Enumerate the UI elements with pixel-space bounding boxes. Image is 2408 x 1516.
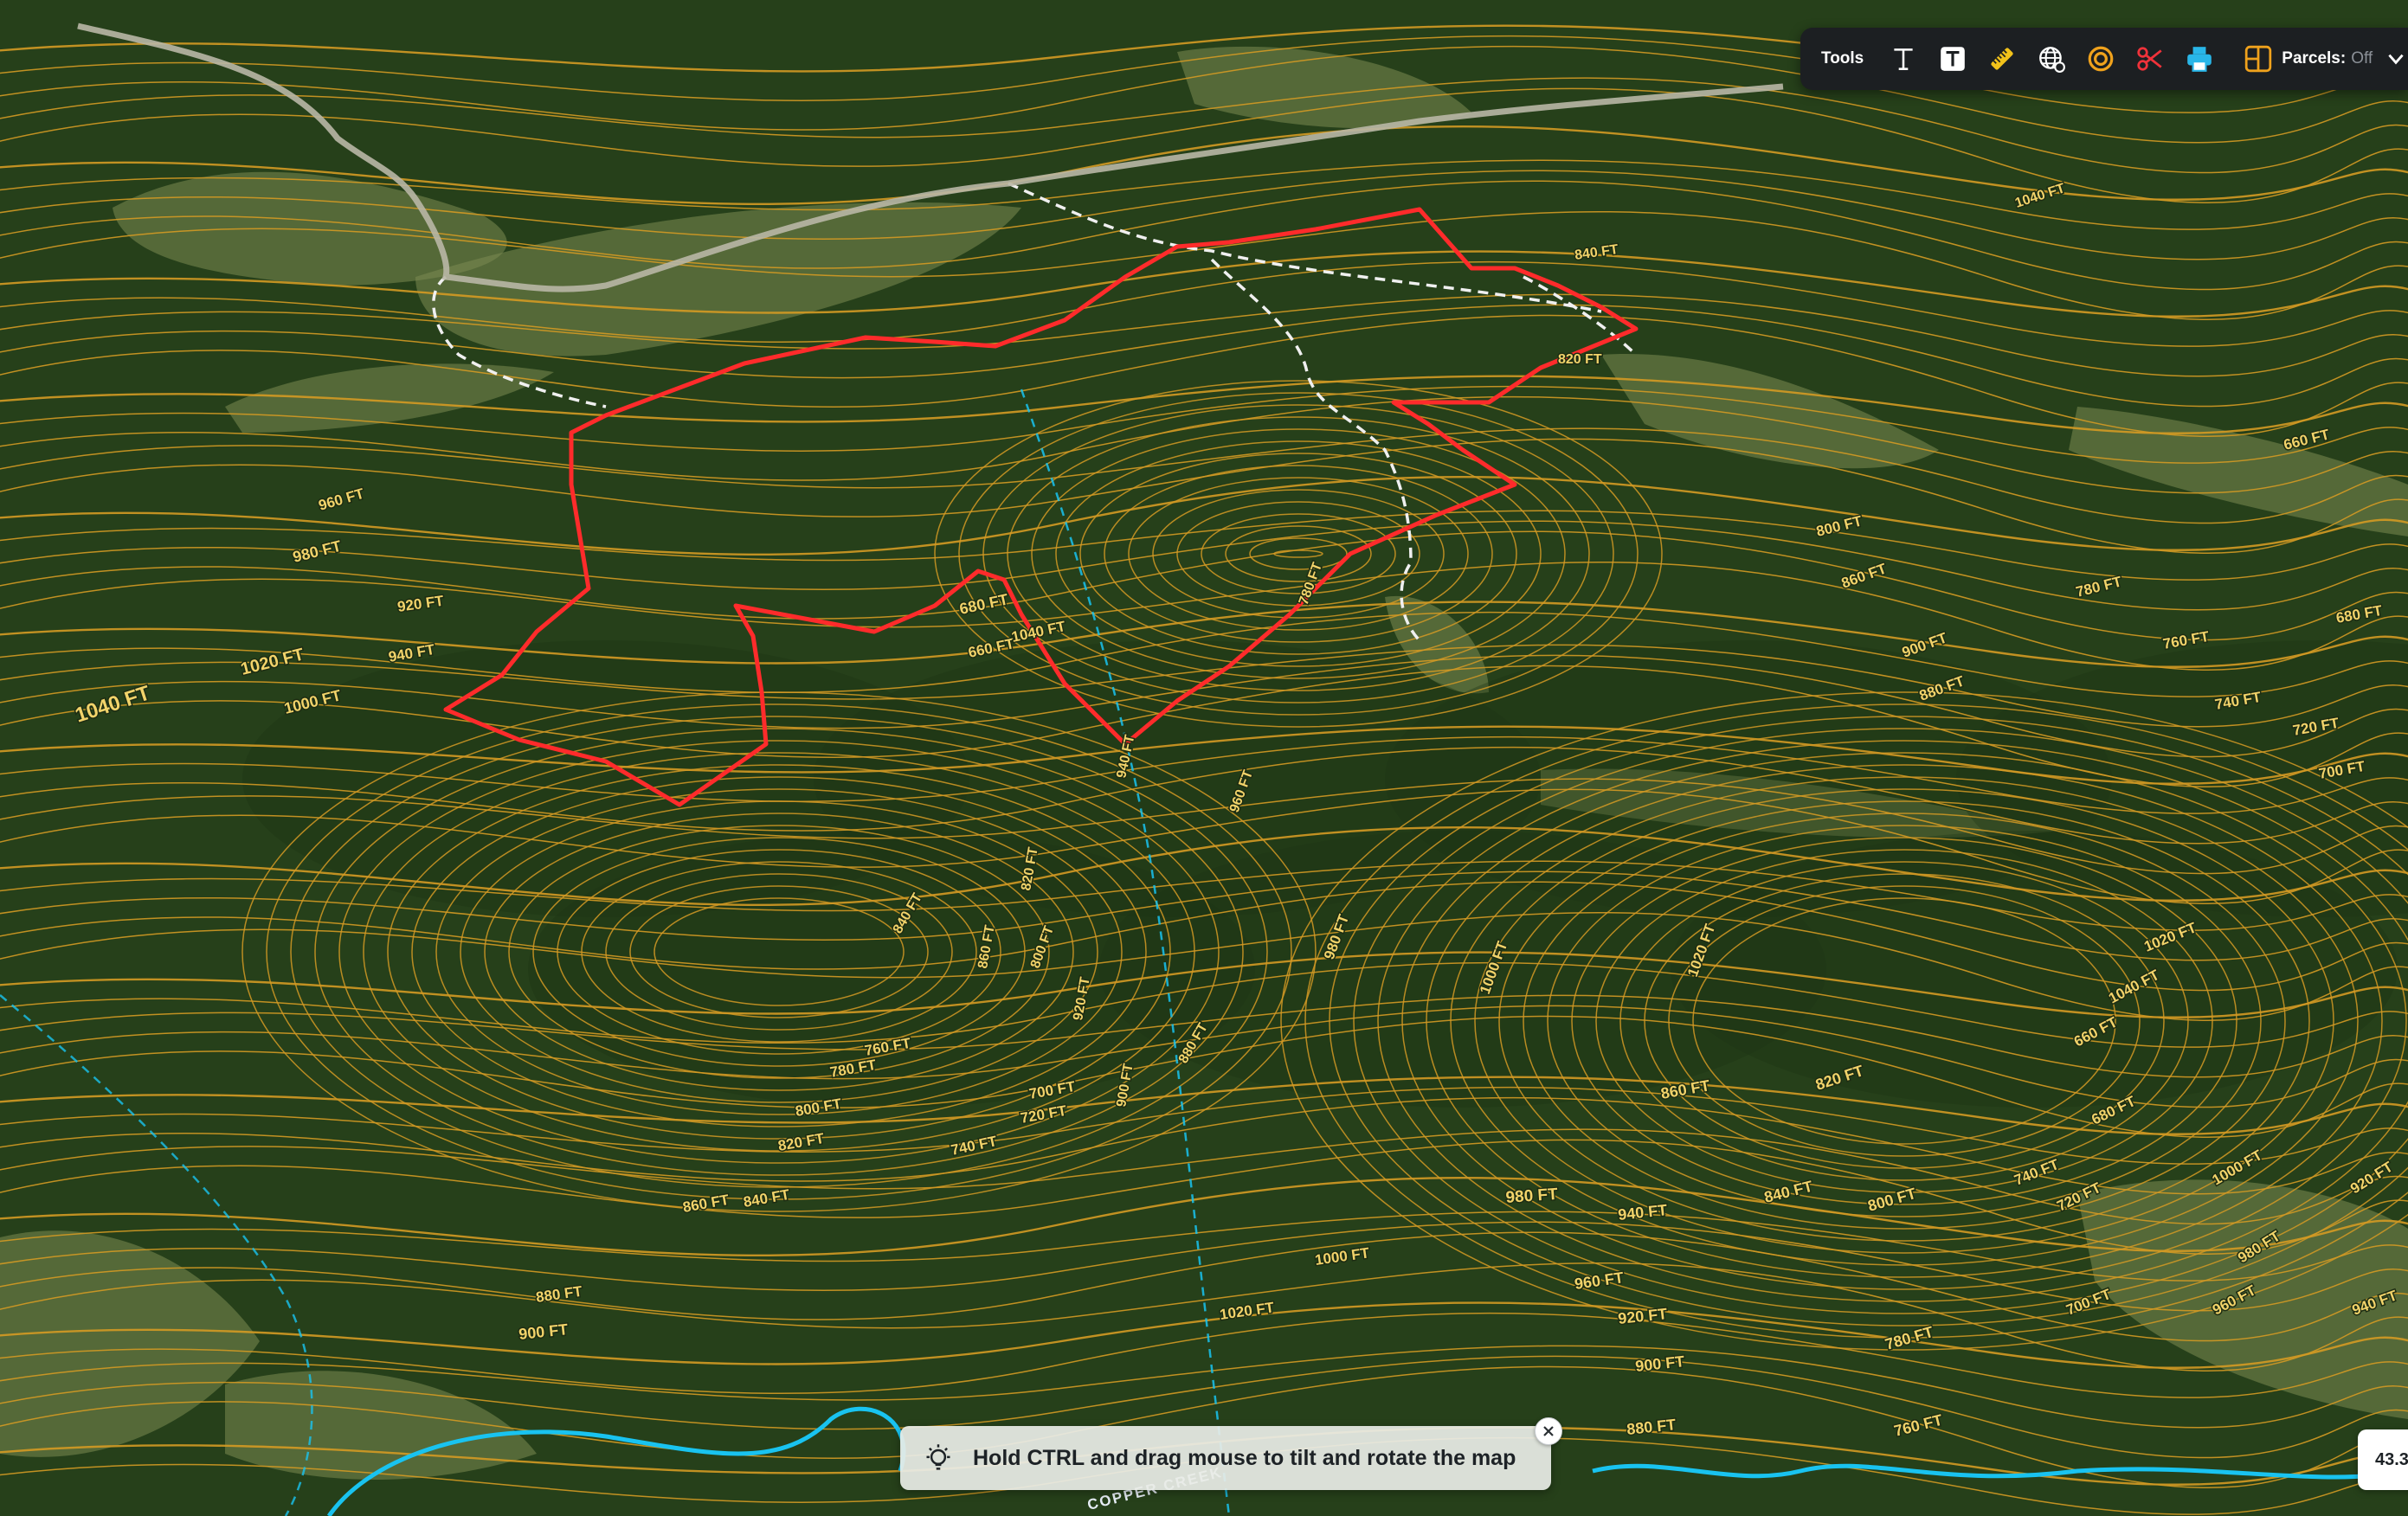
print-tool-button[interactable]	[2179, 38, 2220, 80]
parcels-toggle[interactable]: Parcels: Off	[2244, 44, 2407, 74]
chevron-down-icon[interactable]	[2385, 48, 2407, 70]
hint-text: Hold CTRL and drag mouse to tilt and rot…	[973, 1445, 1516, 1470]
svg-text:820 FT: 820 FT	[1558, 352, 1602, 367]
close-icon	[1543, 1426, 1554, 1436]
cut-tool-button[interactable]	[2129, 38, 2171, 80]
text-tool-button[interactable]	[1883, 38, 1924, 80]
tools-label: Tools	[1821, 49, 1864, 67]
radius-tool-button[interactable]	[2080, 38, 2121, 80]
ruler-icon	[1991, 48, 2013, 70]
svg-text:980 FT: 980 FT	[1505, 1185, 1559, 1207]
radius-circle-icon	[2088, 46, 2114, 72]
tools-toolbar: Tools Parcels: Off	[1800, 28, 2408, 90]
parcels-status: Off	[2351, 49, 2373, 67]
topographic-3d-map[interactable]: 1040 FT1020 FT1000 FT980 FT960 FT940 FT9…	[0, 0, 2408, 1516]
satellite-terrain	[0, 0, 2408, 1516]
lightbulb-icon	[926, 1444, 950, 1470]
globe-icon	[2039, 47, 2066, 73]
parcels-icon	[2245, 45, 2272, 73]
scissors-icon	[2137, 47, 2162, 71]
parcels-label: Parcels:	[2282, 49, 2347, 67]
text-box-tool-button[interactable]	[1932, 38, 1973, 80]
text-box-icon	[1941, 47, 1966, 71]
hint-close-button[interactable]	[1535, 1417, 1562, 1445]
zoom-level-readout: 43.3	[2358, 1429, 2408, 1490]
measure-tool-button[interactable]	[1981, 38, 2023, 80]
map-hint-toast: Hold CTRL and drag mouse to tilt and rot…	[900, 1426, 1551, 1490]
basemap-tool-button[interactable]	[2031, 38, 2072, 80]
text-icon	[1894, 48, 1913, 70]
printer-icon	[2187, 47, 2212, 72]
